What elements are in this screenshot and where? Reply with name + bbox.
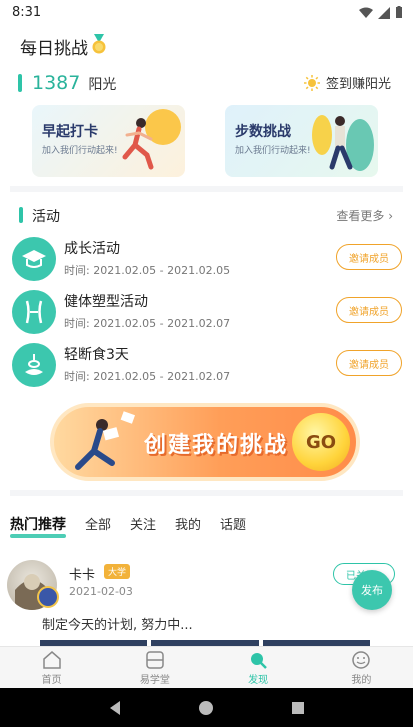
body-shape-icon (12, 290, 56, 334)
system-nav-bar (0, 688, 413, 727)
nav-label: 易学堂 (139, 675, 170, 686)
back-icon[interactable] (108, 700, 122, 716)
tab-mine[interactable]: 我的 (175, 514, 201, 534)
post-tag: 大学 (104, 564, 131, 579)
walker-illustration (312, 115, 374, 171)
nav-label: 我的 (351, 675, 372, 686)
see-more-link[interactable]: 查看更多 › (336, 207, 393, 224)
create-challenge-banner[interactable]: 创建我的挑战 GO (50, 403, 360, 481)
publish-button[interactable]: 发布 (352, 570, 392, 610)
status-bar: 8:31 (0, 0, 413, 26)
sun-points: 1387 阳光 (18, 72, 116, 94)
medal-icon (92, 34, 106, 54)
card-title: 早起打卡 (42, 124, 98, 140)
activity-item[interactable]: 成长活动 时间: 2021.02.05 - 2021.02.05 邀请成员 (12, 235, 404, 285)
battery-icon (396, 6, 402, 18)
runner-illustration (122, 109, 181, 170)
activity-name: 健体塑型活动 (64, 294, 148, 310)
home-circle-icon[interactable] (198, 700, 214, 716)
recents-icon[interactable] (291, 701, 305, 715)
wifi-icon (359, 7, 373, 18)
nav-academy[interactable]: 易学堂 (103, 647, 206, 688)
checkin-button[interactable]: 签到赚阳光 (303, 73, 391, 92)
go-button[interactable]: GO (292, 413, 350, 471)
card-early-checkin[interactable]: 早起打卡 加入我们行动起来! (32, 105, 185, 177)
accent-bar (19, 207, 23, 223)
post-text: 制定今天的计划, 努力中... (42, 618, 193, 633)
verified-badge-icon (37, 586, 59, 608)
invite-button[interactable]: 邀请成员 (336, 297, 402, 323)
nav-home[interactable]: 首页 (0, 647, 103, 688)
feed-tabs: 热门推荐 全部 关注 我的 话题 (10, 514, 265, 538)
activity-item[interactable]: 健体塑型活动 时间: 2021.02.05 - 2021.02.07 邀请成员 (12, 288, 404, 338)
tab-following[interactable]: 关注 (130, 514, 156, 534)
post-date: 2021-02-03 (69, 585, 133, 598)
graduation-cap-icon (12, 237, 56, 281)
signal-icon (378, 6, 390, 19)
fasting-icon (12, 343, 56, 387)
nav-discover[interactable]: 发现 (207, 647, 310, 688)
sun-icon (303, 74, 320, 91)
activities-title: 活动 (32, 209, 60, 225)
page-title: 每日挑战 (20, 39, 88, 59)
status-icons (359, 6, 403, 19)
tab-topics[interactable]: 话题 (220, 514, 246, 534)
nav-label: 发现 (248, 675, 269, 686)
activity-name: 轻断食3天 (64, 347, 129, 363)
card-title: 步数挑战 (235, 124, 291, 140)
points-unit: 阳光 (88, 77, 117, 93)
nav-label: 首页 (41, 675, 62, 686)
tab-hot[interactable]: 热门推荐 (10, 514, 66, 538)
section-divider (10, 490, 403, 496)
book-icon (146, 651, 164, 669)
bottom-nav: 首页 易学堂 发现 我的 (0, 646, 413, 688)
invite-button[interactable]: 邀请成员 (336, 244, 402, 270)
home-icon (42, 651, 61, 669)
feed-post[interactable]: 卡卡 大学 2021-02-03 已关注 制定今天的计划, 努力中... (0, 560, 413, 646)
card-step-challenge[interactable]: 步数挑战 加入我们行动起来! (225, 105, 378, 177)
activity-time: 时间: 2021.02.05 - 2021.02.07 (64, 370, 231, 383)
post-username[interactable]: 卡卡 (69, 564, 95, 583)
reader-illustration (75, 411, 136, 470)
profile-icon (352, 651, 371, 669)
activity-name: 成长活动 (64, 241, 120, 257)
activity-time: 时间: 2021.02.05 - 2021.02.07 (64, 317, 231, 330)
invite-button[interactable]: 邀请成员 (336, 350, 402, 376)
nav-profile[interactable]: 我的 (310, 647, 413, 688)
tab-all[interactable]: 全部 (85, 514, 111, 534)
points-value: 1387 (32, 72, 81, 94)
section-divider (10, 186, 403, 192)
activity-time: 时间: 2021.02.05 - 2021.02.05 (64, 264, 231, 277)
discover-icon (251, 653, 268, 669)
status-time: 8:31 (12, 5, 42, 20)
checkin-label: 签到赚阳光 (325, 77, 391, 92)
activity-item[interactable]: 轻断食3天 时间: 2021.02.05 - 2021.02.07 邀请成员 (12, 341, 404, 391)
banner-text: 创建我的挑战 (144, 433, 289, 458)
